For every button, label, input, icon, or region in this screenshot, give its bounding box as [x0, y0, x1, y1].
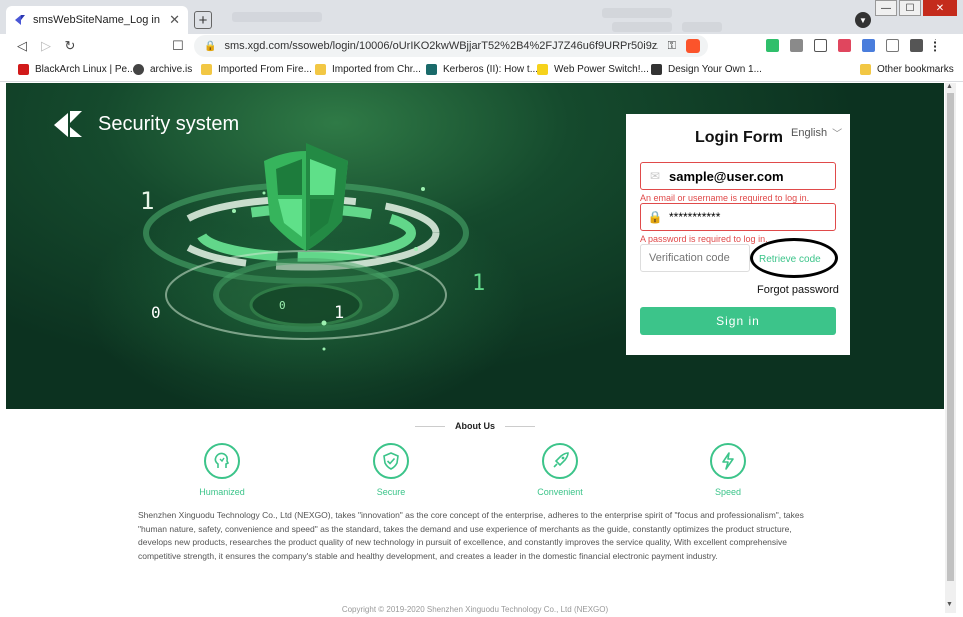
- verification-code-field[interactable]: [640, 244, 750, 272]
- divider: [505, 426, 535, 428]
- extension-icons: [766, 39, 949, 52]
- sign-in-button[interactable]: Sign in: [640, 307, 836, 335]
- bookmark-item[interactable]: BlackArch Linux | Pe...: [18, 64, 135, 75]
- feature-convenient: Convenient: [515, 443, 605, 497]
- download-icon[interactable]: [814, 39, 827, 52]
- hero-digit: 0: [151, 303, 161, 322]
- browser-tabstrip: smsWebSiteName_Log in ✕ + ▼ — ☐ ✕: [0, 0, 963, 34]
- mail-icon: ✉: [649, 169, 661, 183]
- password-key-icon[interactable]: ⚿: [668, 40, 676, 53]
- page-scrollbar[interactable]: ▲ ▼: [945, 83, 956, 613]
- feature-label: Humanized: [199, 487, 245, 497]
- password-field[interactable]: 🔒: [640, 203, 836, 231]
- brand-title: Security system: [98, 112, 240, 135]
- login-title: Login Form: [695, 129, 783, 146]
- forward-icon[interactable]: ▷: [38, 38, 54, 54]
- background-window-ghost: [222, 6, 802, 32]
- hero-digit: 1: [140, 187, 155, 215]
- feature-label: Speed: [714, 487, 742, 497]
- email-field[interactable]: ✉: [640, 162, 836, 190]
- chevron-down-icon: ﹀: [832, 129, 843, 140]
- password-input[interactable]: [669, 210, 829, 224]
- email-input[interactable]: [669, 168, 829, 184]
- other-bookmarks-folder[interactable]: Other bookmarks: [860, 64, 954, 75]
- extensions-puzzle-icon[interactable]: [910, 39, 923, 52]
- email-error: An email or username is required to log …: [640, 193, 810, 203]
- brand: Security system: [52, 109, 239, 139]
- kerberos-icon: [426, 64, 437, 75]
- extension-green-icon[interactable]: [766, 39, 779, 52]
- logo-icon: [54, 111, 82, 137]
- lock-icon: 🔒: [647, 210, 663, 224]
- browser-toolbar: ◁ ▷ ↻ ☐ 🔒 sms.xgd.com/ssoweb/login/10006…: [0, 34, 963, 58]
- browser-tab[interactable]: smsWebSiteName_Log in ✕: [6, 6, 188, 34]
- verification-code-input[interactable]: [649, 252, 749, 264]
- new-tab-button[interactable]: +: [194, 11, 212, 29]
- translate-icon[interactable]: [862, 39, 875, 52]
- page-viewport: 1 1 0 0 1 Security system Login Form Eng…: [0, 83, 963, 617]
- bookmarks-bar: BlackArch Linux | Pe... archive.is Impor…: [0, 58, 963, 82]
- lock-icon: 🔒: [204, 40, 217, 52]
- profile-menu-icon[interactable]: ▼: [855, 12, 871, 28]
- url-text: sms.xgd.com/ssoweb/login/10006/oUrIKO2kw…: [224, 40, 658, 52]
- close-window-button[interactable]: ✕: [923, 0, 957, 16]
- feature-humanized: Humanized: [177, 443, 267, 497]
- minimize-button[interactable]: —: [875, 0, 897, 16]
- maximize-button[interactable]: ☐: [899, 0, 921, 16]
- bookmark-item[interactable]: Kerberos (II): How t...: [426, 64, 538, 75]
- language-selector[interactable]: English ﹀: [791, 125, 843, 141]
- hero-banner: 1 1 0 0 1 Security system Login Form Eng…: [6, 83, 944, 409]
- archive-icon: [133, 64, 144, 75]
- forgot-password-link[interactable]: Forgot password: [757, 284, 839, 296]
- site-favicon-icon: [15, 15, 25, 25]
- scroll-down-icon[interactable]: ▼: [946, 601, 953, 608]
- browser-menu-icon[interactable]: [934, 39, 938, 52]
- about-section: About Us Humanized Secure Convenient Spe…: [6, 409, 944, 617]
- scrollbar-thumb[interactable]: [947, 93, 954, 581]
- blackarch-icon: [18, 64, 29, 75]
- bookmark-item[interactable]: Web Power Switch!...: [537, 64, 649, 75]
- folder-icon: [860, 64, 871, 75]
- bookmark-star-icon[interactable]: ☐: [170, 38, 186, 54]
- hero-digit: 1: [472, 271, 486, 296]
- folder-icon: [315, 64, 326, 75]
- copyright-text: Copyright © 2019-2020 Shenzhen Xinguodu …: [341, 605, 609, 614]
- head-icon: [204, 443, 240, 479]
- tab-close-icon[interactable]: ✕: [169, 12, 180, 28]
- feature-label: Secure: [376, 487, 406, 497]
- login-form: Login Form English ﹀ ✉ An email or usern…: [626, 114, 850, 355]
- about-heading: About Us: [6, 421, 944, 431]
- bookmark-item[interactable]: archive.is: [133, 64, 192, 75]
- scroll-up-icon[interactable]: ▲: [946, 83, 953, 90]
- extension-gray-icon[interactable]: [790, 39, 803, 52]
- address-bar[interactable]: 🔒 sms.xgd.com/ssoweb/login/10006/oUrIKO2…: [194, 35, 708, 57]
- reload-icon[interactable]: ↻: [62, 38, 78, 54]
- extension-red-icon[interactable]: [838, 39, 851, 52]
- back-icon[interactable]: ◁: [14, 38, 30, 54]
- bookmark-folder[interactable]: Imported From Fire...: [201, 64, 312, 75]
- folder-icon: [201, 64, 212, 75]
- window-controls: — ☐ ✕: [873, 0, 957, 16]
- shield-check-icon: [373, 443, 409, 479]
- password-error: A password is required to log in.: [640, 234, 768, 244]
- feature-secure: Secure: [346, 443, 436, 497]
- bookmark-folder[interactable]: Imported from Chr...: [315, 64, 421, 75]
- hero-digit: 0: [279, 299, 286, 312]
- about-description: Shenzhen Xinguodu Technology Co., Ltd (N…: [138, 510, 804, 561]
- language-label: English: [791, 126, 828, 139]
- brave-shield-icon[interactable]: [686, 39, 700, 53]
- rocket-icon: [542, 443, 578, 479]
- feature-speed: Speed: [683, 443, 773, 497]
- hero-digit: 1: [334, 303, 345, 323]
- divider: [415, 426, 445, 428]
- reader-icon[interactable]: [886, 39, 899, 52]
- design-icon: [651, 64, 662, 75]
- bookmark-item[interactable]: Design Your Own 1...: [651, 64, 762, 75]
- feature-label: Convenient: [537, 487, 583, 497]
- lightning-icon: [710, 443, 746, 479]
- retrieve-code-button[interactable]: Retrieve code: [759, 254, 821, 265]
- dli-icon: [537, 64, 548, 75]
- tab-title: smsWebSiteName_Log in: [33, 14, 160, 26]
